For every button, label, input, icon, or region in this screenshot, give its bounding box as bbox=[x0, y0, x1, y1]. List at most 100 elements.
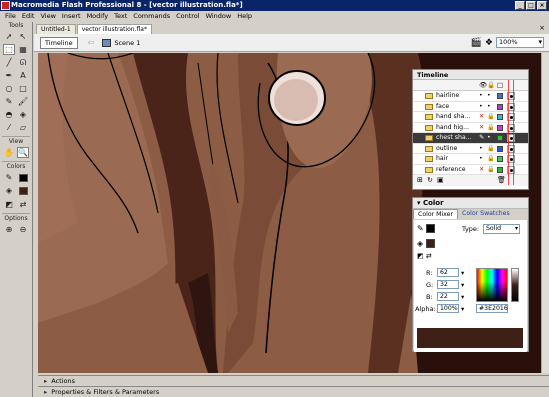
fill-type-dropdown[interactable]: Solid bbox=[483, 224, 520, 234]
layer-name[interactable]: hair bbox=[436, 154, 448, 164]
zoom-in-icon[interactable]: ⊕ bbox=[3, 224, 15, 235]
back-arrow-icon[interactable]: ⇦ bbox=[88, 38, 95, 47]
g-stepper-icon[interactable]: ▾ bbox=[461, 281, 464, 289]
r-stepper-icon[interactable]: ▾ bbox=[461, 269, 464, 277]
outline-all-icon[interactable]: □ bbox=[497, 81, 503, 89]
outline-color-swatch[interactable] bbox=[497, 93, 503, 99]
menu-help[interactable]: Help bbox=[234, 11, 255, 21]
add-motion-guide-icon[interactable]: ↻ bbox=[427, 176, 433, 184]
zoom-out-icon[interactable]: ⊖ bbox=[17, 224, 29, 235]
line-tool-icon[interactable]: ╱ bbox=[3, 57, 15, 68]
menu-text[interactable]: Text bbox=[111, 11, 130, 21]
default-colors-icon[interactable]: ◩ bbox=[3, 199, 15, 210]
green-input[interactable]: 32 bbox=[437, 280, 459, 289]
menu-file[interactable]: File bbox=[2, 11, 19, 21]
blue-input[interactable]: 22 bbox=[437, 292, 459, 301]
eyedropper-tool-icon[interactable]: ⁄ bbox=[3, 122, 15, 133]
lock-icon[interactable]: 🔒 bbox=[487, 123, 495, 133]
menu-view[interactable]: View bbox=[37, 11, 58, 21]
properties-panel-header[interactable]: ▸ Properties & Filters & Parameters bbox=[38, 386, 549, 396]
close-button[interactable]: × bbox=[537, 1, 547, 10]
subselection-tool-icon[interactable]: ↖ bbox=[17, 31, 29, 42]
timeline-playhead[interactable] bbox=[508, 80, 514, 185]
zoom-tool-icon[interactable]: 🔍 bbox=[17, 147, 29, 158]
menu-edit[interactable]: Edit bbox=[19, 11, 38, 21]
delete-layer-icon[interactable]: 🗑 bbox=[497, 176, 506, 184]
tab-color-mixer[interactable]: Color Mixer bbox=[413, 209, 459, 219]
visibility-dot[interactable]: • bbox=[479, 91, 483, 101]
stroke-swatch[interactable] bbox=[426, 224, 435, 233]
maximize-button[interactable]: □ bbox=[526, 1, 536, 10]
paint-bucket-tool-icon[interactable]: ◈ bbox=[17, 109, 29, 120]
menu-modify[interactable]: Modify bbox=[84, 11, 112, 21]
ink-bottle-tool-icon[interactable]: ◓ bbox=[3, 109, 15, 120]
rectangle-tool-icon[interactable]: □ bbox=[17, 83, 29, 94]
oval-tool-icon[interactable]: ○ bbox=[3, 83, 15, 94]
visibility-dot[interactable]: • bbox=[479, 102, 483, 112]
outline-color-swatch[interactable] bbox=[497, 103, 503, 110]
lock-icon[interactable]: 🔒 bbox=[487, 154, 495, 164]
stage-vertical-scrollbar[interactable] bbox=[541, 53, 549, 373]
fill-color-icon[interactable]: ◈ bbox=[3, 185, 15, 196]
timeline-toggle-button[interactable]: Timeline bbox=[40, 36, 78, 49]
menu-control[interactable]: Control bbox=[173, 11, 203, 21]
lock-all-icon[interactable]: 🔒 bbox=[487, 81, 495, 89]
brush-tool-icon[interactable]: 🖌 bbox=[17, 96, 29, 107]
tab-color-swatches[interactable]: Color Swatches bbox=[458, 209, 514, 219]
hidden-x-icon[interactable]: ✕ bbox=[479, 123, 484, 133]
layer-name[interactable]: outline bbox=[436, 144, 457, 154]
lock-icon[interactable]: 🔒 bbox=[487, 112, 495, 122]
lock-icon[interactable]: 🔒 bbox=[487, 165, 495, 175]
hidden-x-icon[interactable]: ✕ bbox=[479, 165, 484, 175]
outline-color-swatch[interactable] bbox=[497, 135, 503, 141]
insert-folder-icon[interactable]: ▣ bbox=[437, 176, 444, 184]
actions-panel-header[interactable]: ▸ Actions bbox=[38, 375, 549, 385]
close-document-icon[interactable]: × bbox=[539, 24, 545, 32]
fill-transform-tool-icon[interactable]: ▦ bbox=[17, 44, 29, 55]
color-panel-title[interactable]: ▾ Color bbox=[413, 198, 528, 209]
tab-untitled-1[interactable]: Untitled-1 bbox=[36, 24, 76, 34]
outline-color-swatch[interactable] bbox=[497, 145, 503, 152]
red-input[interactable]: 62 bbox=[437, 268, 459, 277]
edit-symbols-icon[interactable]: ❖ bbox=[485, 38, 493, 48]
swap-colors-icon[interactable]: ⇄ bbox=[17, 199, 29, 210]
layer-name[interactable]: hand sha... bbox=[436, 112, 470, 122]
layer-name[interactable]: reference bbox=[436, 165, 466, 175]
visibility-dot[interactable]: • bbox=[479, 144, 483, 154]
outline-color-swatch[interactable] bbox=[497, 114, 503, 120]
menu-commands[interactable]: Commands bbox=[130, 11, 173, 21]
layer-name[interactable]: hand hig... bbox=[436, 123, 469, 133]
swap-colors-icon-small[interactable]: ◩ ⇄ bbox=[417, 252, 432, 260]
lock-dot[interactable]: • bbox=[487, 91, 491, 101]
outline-color-swatch[interactable] bbox=[497, 124, 503, 131]
pen-tool-icon[interactable]: ✒ bbox=[3, 70, 15, 81]
lasso-tool-icon[interactable]: ᘏ bbox=[17, 57, 29, 68]
outline-color-swatch[interactable] bbox=[497, 166, 503, 173]
lock-dot[interactable]: • bbox=[487, 133, 491, 143]
menu-window[interactable]: Window bbox=[203, 11, 235, 21]
b-stepper-icon[interactable]: ▾ bbox=[461, 293, 464, 301]
eraser-tool-icon[interactable]: ▱ bbox=[17, 122, 29, 133]
edit-scene-icon[interactable]: 🎬 bbox=[471, 38, 482, 48]
hex-input[interactable]: #3E2016 bbox=[476, 304, 508, 313]
lock-icon[interactable]: 🔒 bbox=[487, 144, 495, 154]
fill-bucket-icon[interactable]: ◈ bbox=[417, 239, 423, 248]
layer-name[interactable]: face bbox=[436, 102, 449, 112]
color-spectrum-picker[interactable] bbox=[476, 268, 508, 302]
visibility-dot[interactable]: • bbox=[479, 154, 483, 164]
fill-swatch[interactable] bbox=[426, 239, 435, 248]
alpha-stepper-icon[interactable]: ▾ bbox=[461, 305, 464, 313]
lock-dot[interactable]: • bbox=[487, 102, 491, 112]
pencil-tool-icon[interactable]: ✎ bbox=[3, 96, 15, 107]
menu-insert[interactable]: Insert bbox=[59, 11, 84, 21]
selection-tool-icon[interactable]: ➚ bbox=[3, 31, 15, 42]
hidden-x-icon[interactable]: ✕ bbox=[479, 112, 484, 122]
layer-name[interactable]: chest sha... bbox=[436, 133, 472, 143]
hand-tool-icon[interactable]: ✋ bbox=[3, 147, 15, 158]
stroke-color-swatch[interactable] bbox=[17, 172, 29, 183]
text-tool-icon[interactable]: A bbox=[17, 70, 29, 81]
stroke-pencil-icon[interactable]: ✎ bbox=[417, 224, 424, 233]
layer-name[interactable]: hairline bbox=[436, 91, 459, 101]
insert-layer-icon[interactable]: ⊞ bbox=[417, 176, 423, 184]
alpha-input[interactable]: 100% bbox=[437, 304, 459, 313]
